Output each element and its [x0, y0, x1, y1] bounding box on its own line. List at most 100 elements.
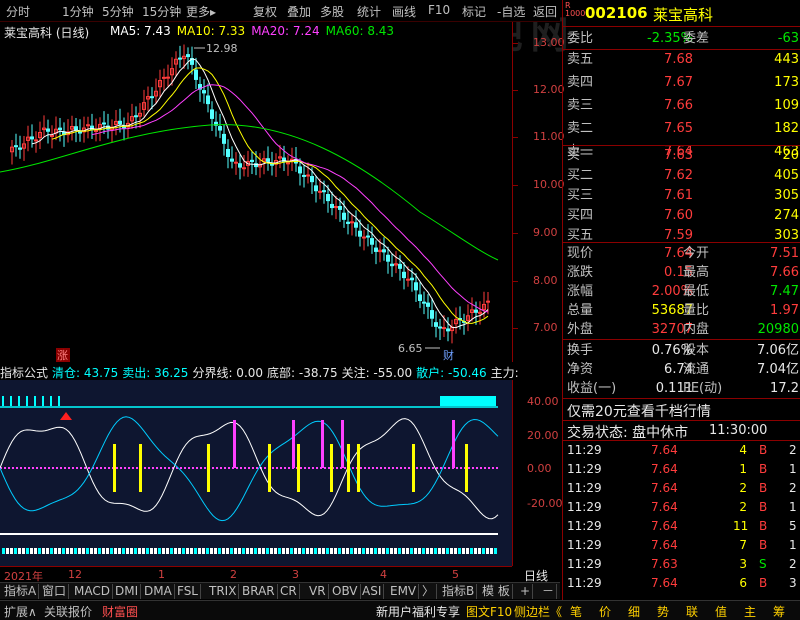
bottom-right-3[interactable]: 势 — [657, 603, 669, 620]
toolbar-item-6[interactable]: 叠加 — [287, 3, 311, 20]
tick-volume: 2 — [739, 481, 747, 495]
sell-level[interactable]: 卖五 7.68 443 — [563, 49, 800, 70]
sell-level[interactable]: 卖三 7.66 109 — [563, 95, 800, 116]
buy-volume: 405 — [774, 168, 799, 183]
toolbar-item-5[interactable]: 复权 — [253, 3, 277, 20]
buy-level[interactable]: 买一 7.63 20 — [563, 145, 800, 166]
bottom-center-2[interactable]: 侧边栏《 — [514, 603, 562, 620]
indicator-tab-16[interactable]: + — [518, 584, 534, 599]
high-label: 12.98 — [206, 42, 238, 55]
indicator-tab-2[interactable]: MACD — [72, 584, 113, 599]
indicator-tab-1[interactable]: 窗口 — [40, 584, 70, 599]
indicator-tab-7[interactable]: BRAR — [240, 584, 278, 599]
price-tick: 8.00 — [533, 274, 558, 287]
indicator-tab-6[interactable]: TRIX — [207, 584, 240, 599]
candle-body — [202, 90, 206, 94]
buy-volume: 274 — [774, 208, 799, 223]
band-tick — [462, 548, 465, 554]
bottom-center-1[interactable]: 图文F10 — [466, 603, 512, 620]
band-tick — [66, 548, 69, 554]
toolbar-item-12[interactable]: -自选 — [497, 3, 525, 20]
quote-row: 外盘 32707 内盘 20980 — [563, 319, 800, 340]
band-tick — [210, 548, 213, 554]
band-tick — [446, 548, 449, 554]
sell-volume: 443 — [774, 52, 799, 67]
indicator-tab-4[interactable]: DMA — [142, 584, 175, 599]
tick-row: 11:29 7.64 4 B 2 — [563, 442, 800, 459]
bottom-center-0[interactable]: 新用户福利专享 — [376, 603, 460, 620]
bottom-right-1[interactable]: 价 — [599, 603, 611, 620]
candle-body — [94, 130, 98, 133]
tick-side: B — [759, 538, 768, 552]
quote-label: 最低 — [683, 284, 710, 299]
candle-body — [206, 95, 210, 105]
band-tick — [90, 548, 93, 554]
candle-body — [438, 326, 442, 329]
band-tick — [322, 548, 325, 554]
band-tick — [250, 548, 253, 554]
indicator-tab-8[interactable]: CR — [278, 584, 300, 599]
promo-link[interactable]: 仅需20元查看千档行情 — [567, 401, 711, 421]
toolbar-item-11[interactable]: 标记 — [462, 3, 486, 20]
bottom-left-2[interactable]: 财富圈 — [102, 603, 138, 620]
bottom-right-7[interactable]: 筹 — [773, 603, 785, 620]
indicator-tab-9[interactable]: VR — [307, 584, 329, 599]
band-tick — [402, 548, 405, 554]
signal-bar — [347, 444, 350, 492]
quote-row: 总量 53687 量比 1.97 — [563, 300, 800, 321]
candle-body — [406, 278, 410, 281]
band-tick — [394, 548, 397, 554]
buy-level[interactable]: 买四 7.60 274 — [563, 205, 800, 226]
buy-level[interactable]: 买三 7.61 305 — [563, 185, 800, 206]
toolbar-item-1[interactable]: 1分钟 — [62, 3, 94, 20]
toolbar-item-4[interactable]: 更多▸ — [186, 3, 216, 20]
tick-time: 11:29 — [567, 538, 602, 552]
date-label: 3 — [292, 568, 299, 581]
toolbar-item-7[interactable]: 多股 — [320, 3, 344, 20]
candlestick-chart[interactable]: 12.98 6.65 涨 财 — [0, 22, 512, 362]
band-tick — [54, 548, 57, 554]
price-tick: 7.00 — [533, 321, 558, 334]
indicator-tab-14[interactable]: 指标B — [440, 584, 478, 599]
candle-body — [162, 76, 166, 79]
toolbar-item-10[interactable]: F10 — [428, 3, 450, 17]
candle-body — [230, 158, 234, 162]
indicator-tab-17[interactable]: － — [540, 584, 558, 599]
band-tick — [62, 548, 65, 554]
bottom-right-5[interactable]: 值 — [715, 603, 727, 620]
band-tick — [178, 548, 181, 554]
bottom-right-6[interactable]: 主 — [744, 603, 756, 620]
candle-body — [358, 230, 362, 237]
indicator-chart[interactable] — [0, 362, 512, 566]
indicator-tab-10[interactable]: OBV — [330, 584, 361, 599]
toolbar-item-8[interactable]: 统计 — [357, 3, 381, 20]
toolbar-item-3[interactable]: 15分钟 — [142, 3, 181, 20]
indicator-tab-12[interactable]: EMV — [388, 584, 420, 599]
bottom-right-4[interactable]: 联 — [686, 603, 698, 620]
candle-body — [250, 159, 254, 163]
sell-level[interactable]: 卖二 7.65 182 — [563, 118, 800, 139]
indicator-tab-13[interactable]: 〉 — [420, 584, 438, 599]
buy-label: 买四 — [567, 208, 594, 223]
bottom-right-0[interactable]: 笔 — [570, 603, 582, 620]
indicator-tab-11[interactable]: ASI — [360, 584, 385, 599]
indicator-tab-0[interactable]: 指标A — [2, 584, 40, 599]
indicator-tab-15[interactable]: 模 板 — [480, 584, 513, 599]
band-tick — [94, 548, 97, 554]
toolbar-item-13[interactable]: 返回 — [533, 3, 557, 20]
price-tick-mark — [513, 43, 518, 44]
indicator-tab-5[interactable]: FSL — [175, 584, 201, 599]
bottom-left-1[interactable]: 关联报价 — [44, 603, 92, 620]
sell-level[interactable]: 卖四 7.67 173 — [563, 72, 800, 93]
tick-count: 5 — [789, 519, 797, 533]
bottom-left-0[interactable]: 扩展∧ — [4, 603, 37, 620]
band-tick — [466, 548, 469, 554]
bottom-right-2[interactable]: 细 — [628, 603, 640, 620]
quote-value: 7.51 — [770, 246, 799, 261]
buy-level[interactable]: 买二 7.62 405 — [563, 165, 800, 186]
toolbar-item-9[interactable]: 画线 — [392, 3, 416, 20]
toolbar-item-2[interactable]: 5分钟 — [102, 3, 134, 20]
tick-price: 7.64 — [651, 443, 678, 457]
toolbar-item-0[interactable]: 分时 — [6, 3, 30, 20]
indicator-tab-3[interactable]: DMI — [113, 584, 142, 599]
